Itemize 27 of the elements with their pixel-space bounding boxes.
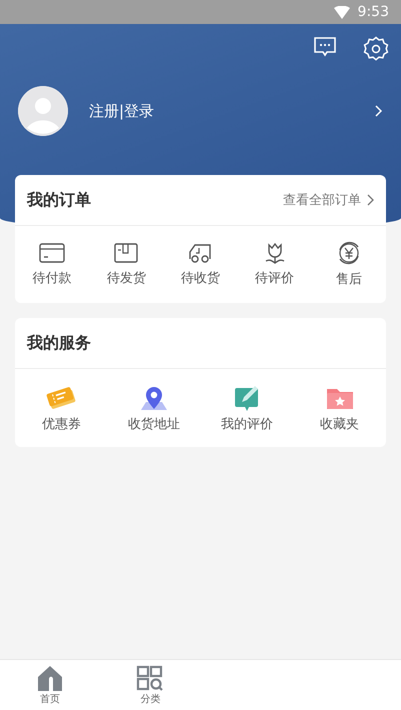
order-status-button[interactable]: 待发货 — [89, 242, 164, 287]
clock-time: 9:53 — [358, 4, 389, 20]
nav-tab[interactable]: 首页 — [0, 660, 100, 710]
login-link[interactable]: 注册|登录 — [89, 102, 375, 120]
order-status-button[interactable]: 待付款 — [15, 242, 90, 287]
order-status-button[interactable]: 售后 — [312, 241, 386, 288]
service-button[interactable]: 我的评价 — [200, 384, 294, 432]
service-button[interactable]: 收货地址 — [108, 384, 200, 432]
section-title: 我的订单 — [27, 190, 92, 210]
chevron-right-icon — [367, 194, 374, 206]
order-status-button[interactable]: 待评价 — [238, 242, 312, 287]
service-button[interactable]: 优惠券 — [15, 384, 108, 432]
card-icon — [39, 242, 66, 264]
message-icon[interactable] — [313, 36, 337, 58]
box-icon — [113, 242, 140, 264]
view-all-orders-link[interactable]: 查看全部订单 — [283, 191, 374, 209]
avatar[interactable] — [18, 86, 68, 136]
nav-tab[interactable]: 分类 — [100, 660, 200, 710]
truck-icon — [187, 242, 214, 264]
service-button[interactable]: 收藏夹 — [293, 384, 386, 432]
chevron-right-icon[interactable] — [375, 105, 383, 117]
wifi-icon — [334, 6, 350, 18]
settings-icon[interactable] — [363, 36, 389, 62]
home-icon — [37, 664, 64, 690]
grid-icon — [136, 664, 164, 690]
section-title: 我的服务 — [27, 332, 92, 354]
order-status-button[interactable]: 待收货 — [163, 242, 238, 287]
